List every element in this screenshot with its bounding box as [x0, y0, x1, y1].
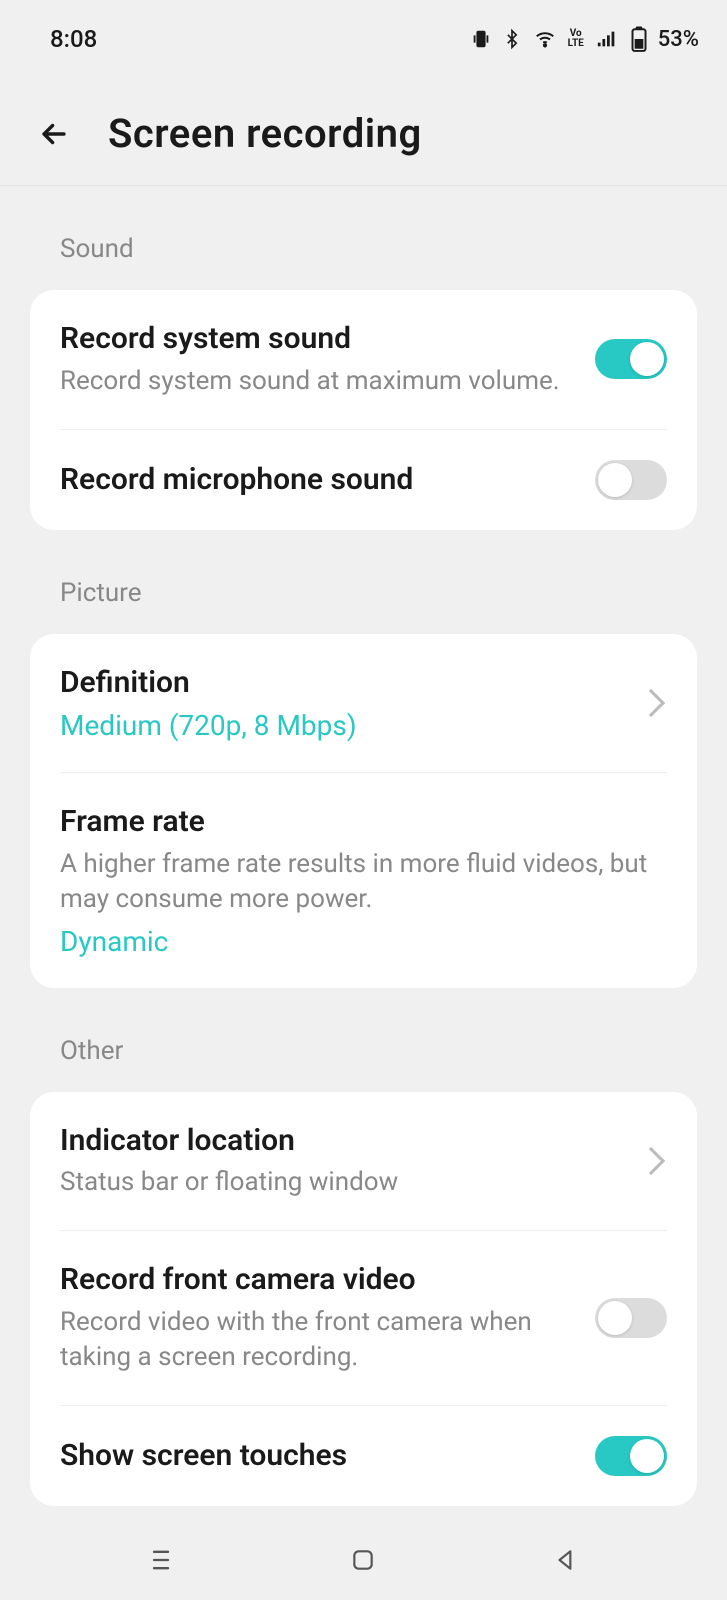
- indicator-location-sub: Status bar or floating window: [60, 1165, 621, 1200]
- battery-icon: [630, 26, 648, 52]
- status-icons: VoLTE 53%: [470, 26, 699, 52]
- row-indicator-location[interactable]: Indicator location Status bar or floatin…: [60, 1092, 667, 1231]
- nav-home-button[interactable]: [343, 1540, 383, 1580]
- page-header: Screen recording: [0, 60, 727, 186]
- show-touches-toggle[interactable]: [595, 1436, 667, 1476]
- row-definition[interactable]: Definition Medium (720p, 8 Mbps): [60, 634, 667, 773]
- front-camera-toggle[interactable]: [595, 1298, 667, 1338]
- show-touches-title: Show screen touches: [60, 1437, 575, 1475]
- record-system-sound-title: Record system sound: [60, 320, 575, 358]
- chevron-right-icon: [637, 1147, 665, 1175]
- section-label-sound: Sound: [30, 186, 697, 290]
- vibrate-icon: [470, 28, 492, 50]
- card-other: Indicator location Status bar or floatin…: [30, 1092, 697, 1506]
- record-system-sound-toggle[interactable]: [595, 339, 667, 379]
- record-system-sound-sub: Record system sound at maximum volume.: [60, 364, 575, 399]
- row-frame-rate[interactable]: Frame rate A higher frame rate results i…: [60, 772, 667, 988]
- front-camera-sub: Record video with the front camera when …: [60, 1305, 575, 1375]
- card-sound: Record system sound Record system sound …: [30, 290, 697, 530]
- battery-percent: 53%: [658, 27, 699, 52]
- definition-title: Definition: [60, 664, 621, 702]
- frame-rate-sub: A higher frame rate results in more flui…: [60, 847, 667, 917]
- row-record-microphone-sound[interactable]: Record microphone sound: [60, 429, 667, 530]
- signal-icon: [594, 28, 620, 50]
- chevron-right-icon: [637, 689, 665, 717]
- status-time: 8:08: [50, 25, 97, 53]
- nav-recents-button[interactable]: [141, 1540, 181, 1580]
- status-bar: 8:08 VoLTE 53%: [0, 0, 727, 60]
- row-show-screen-touches[interactable]: Show screen touches: [60, 1405, 667, 1506]
- nav-bar: [0, 1520, 727, 1600]
- card-picture: Definition Medium (720p, 8 Mbps) Frame r…: [30, 634, 697, 988]
- bluetooth-icon: [502, 28, 522, 50]
- row-record-front-camera[interactable]: Record front camera video Record video w…: [60, 1230, 667, 1405]
- content: Sound Record system sound Record system …: [0, 186, 727, 1506]
- front-camera-title: Record front camera video: [60, 1261, 575, 1299]
- definition-value: Medium (720p, 8 Mbps): [60, 709, 621, 742]
- indicator-location-title: Indicator location: [60, 1122, 621, 1160]
- frame-rate-title: Frame rate: [60, 803, 667, 841]
- back-button[interactable]: [36, 116, 72, 152]
- page-title: Screen recording: [108, 110, 422, 157]
- record-microphone-sound-toggle[interactable]: [595, 460, 667, 500]
- section-label-picture: Picture: [30, 530, 697, 634]
- section-label-other: Other: [30, 988, 697, 1092]
- wifi-icon: [532, 28, 558, 50]
- row-record-system-sound[interactable]: Record system sound Record system sound …: [60, 290, 667, 429]
- volte-icon: VoLTE: [568, 29, 584, 49]
- nav-back-button[interactable]: [546, 1540, 586, 1580]
- record-microphone-sound-title: Record microphone sound: [60, 461, 575, 499]
- frame-rate-value: Dynamic: [60, 925, 667, 958]
